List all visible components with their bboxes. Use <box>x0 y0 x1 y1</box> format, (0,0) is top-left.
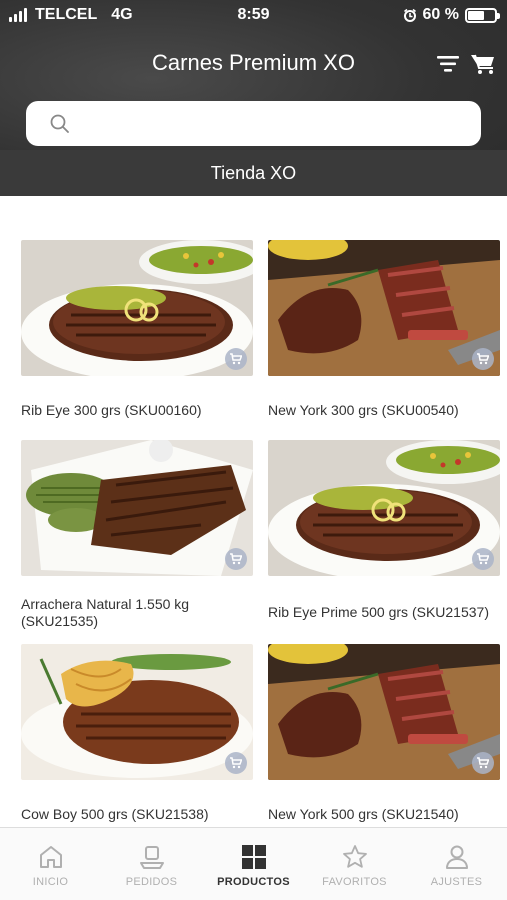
orders-icon <box>140 846 164 869</box>
page-title: Carnes Premium XO <box>152 50 355 75</box>
product-name: New York 300 grs (SKU00540) <box>268 402 459 418</box>
product-photo <box>268 644 500 780</box>
app-header: TELCEL 4G 8:59 60 % Carnes Premium XO Ti… <box>0 0 507 196</box>
filter-icon <box>437 56 459 72</box>
star-icon <box>343 845 367 868</box>
product-card[interactable]: Arrachera Natural 1.550 kg (SKU21535) <box>21 440 257 630</box>
product-card[interactable]: Rib Eye Prime 500 grs (SKU21537) <box>268 440 504 630</box>
product-card[interactable]: New York 300 grs (SKU00540) <box>268 240 504 420</box>
product-image <box>268 440 500 576</box>
status-bar: TELCEL 4G 8:59 60 % <box>0 0 507 32</box>
product-card[interactable]: New York 500 grs (SKU21540) <box>268 644 504 824</box>
cart-button[interactable] <box>470 52 496 76</box>
product-photo <box>268 240 500 376</box>
user-icon <box>446 845 468 869</box>
add-to-cart-button[interactable] <box>225 348 247 370</box>
product-photo <box>21 644 253 780</box>
tab-productos[interactable]: PRODUCTOS <box>203 828 304 900</box>
tab-ajustes[interactable]: AJUSTES <box>406 828 507 900</box>
add-to-cart-button[interactable] <box>472 548 494 570</box>
add-to-cart-button[interactable] <box>225 752 247 774</box>
cart-icon <box>230 353 242 365</box>
product-image <box>268 240 500 376</box>
product-name: Rib Eye 300 grs (SKU00160) <box>21 402 202 418</box>
add-to-cart-button[interactable] <box>472 348 494 370</box>
product-image <box>21 644 253 780</box>
search-icon <box>50 114 69 133</box>
tab-pedidos[interactable]: PEDIDOS <box>101 828 202 900</box>
add-to-cart-button[interactable] <box>472 752 494 774</box>
product-card[interactable]: Rib Eye 300 grs (SKU00160) <box>21 240 257 420</box>
cart-icon <box>230 757 242 769</box>
search-input[interactable] <box>80 108 470 140</box>
product-image <box>268 644 500 780</box>
add-to-cart-button[interactable] <box>225 548 247 570</box>
alarm-icon <box>403 8 416 22</box>
product-photo <box>268 440 500 576</box>
cart-icon <box>471 54 494 74</box>
product-photo <box>21 440 253 576</box>
tab-label: PEDIDOS <box>125 876 178 888</box>
battery-icon <box>465 7 500 23</box>
tab-label: INICIO <box>32 876 69 888</box>
tab-bar: INICIO PEDIDOS PRODUCTOS FAVORITOS AJUST… <box>0 827 507 900</box>
battery-percent: 60 % <box>422 6 459 23</box>
product-name: Cow Boy 500 grs (SKU21538) <box>21 806 209 822</box>
cart-icon <box>477 553 489 565</box>
home-icon <box>40 846 62 868</box>
cart-icon <box>230 553 242 565</box>
product-card[interactable]: Cow Boy 500 grs (SKU21538) <box>21 644 257 824</box>
tab-label: FAVORITOS <box>322 876 387 888</box>
cart-icon <box>477 757 489 769</box>
tab-favoritos[interactable]: FAVORITOS <box>304 828 405 900</box>
product-image <box>21 440 253 576</box>
cart-icon <box>477 353 489 365</box>
grid-icon <box>242 845 266 869</box>
product-image <box>21 240 253 376</box>
product-photo <box>21 240 253 376</box>
store-name: Tienda XO <box>210 163 297 183</box>
tab-label: PRODUCTOS <box>217 876 290 888</box>
filter-button[interactable] <box>435 52 461 76</box>
tab-label: AJUSTES <box>430 876 483 888</box>
product-name: New York 500 grs (SKU21540) <box>268 806 459 822</box>
product-name: Rib Eye Prime 500 grs (SKU21537) <box>268 604 489 620</box>
product-name: Arrachera Natural 1.550 kg (SKU21535) <box>21 596 190 629</box>
tab-inicio[interactable]: INICIO <box>0 828 101 900</box>
